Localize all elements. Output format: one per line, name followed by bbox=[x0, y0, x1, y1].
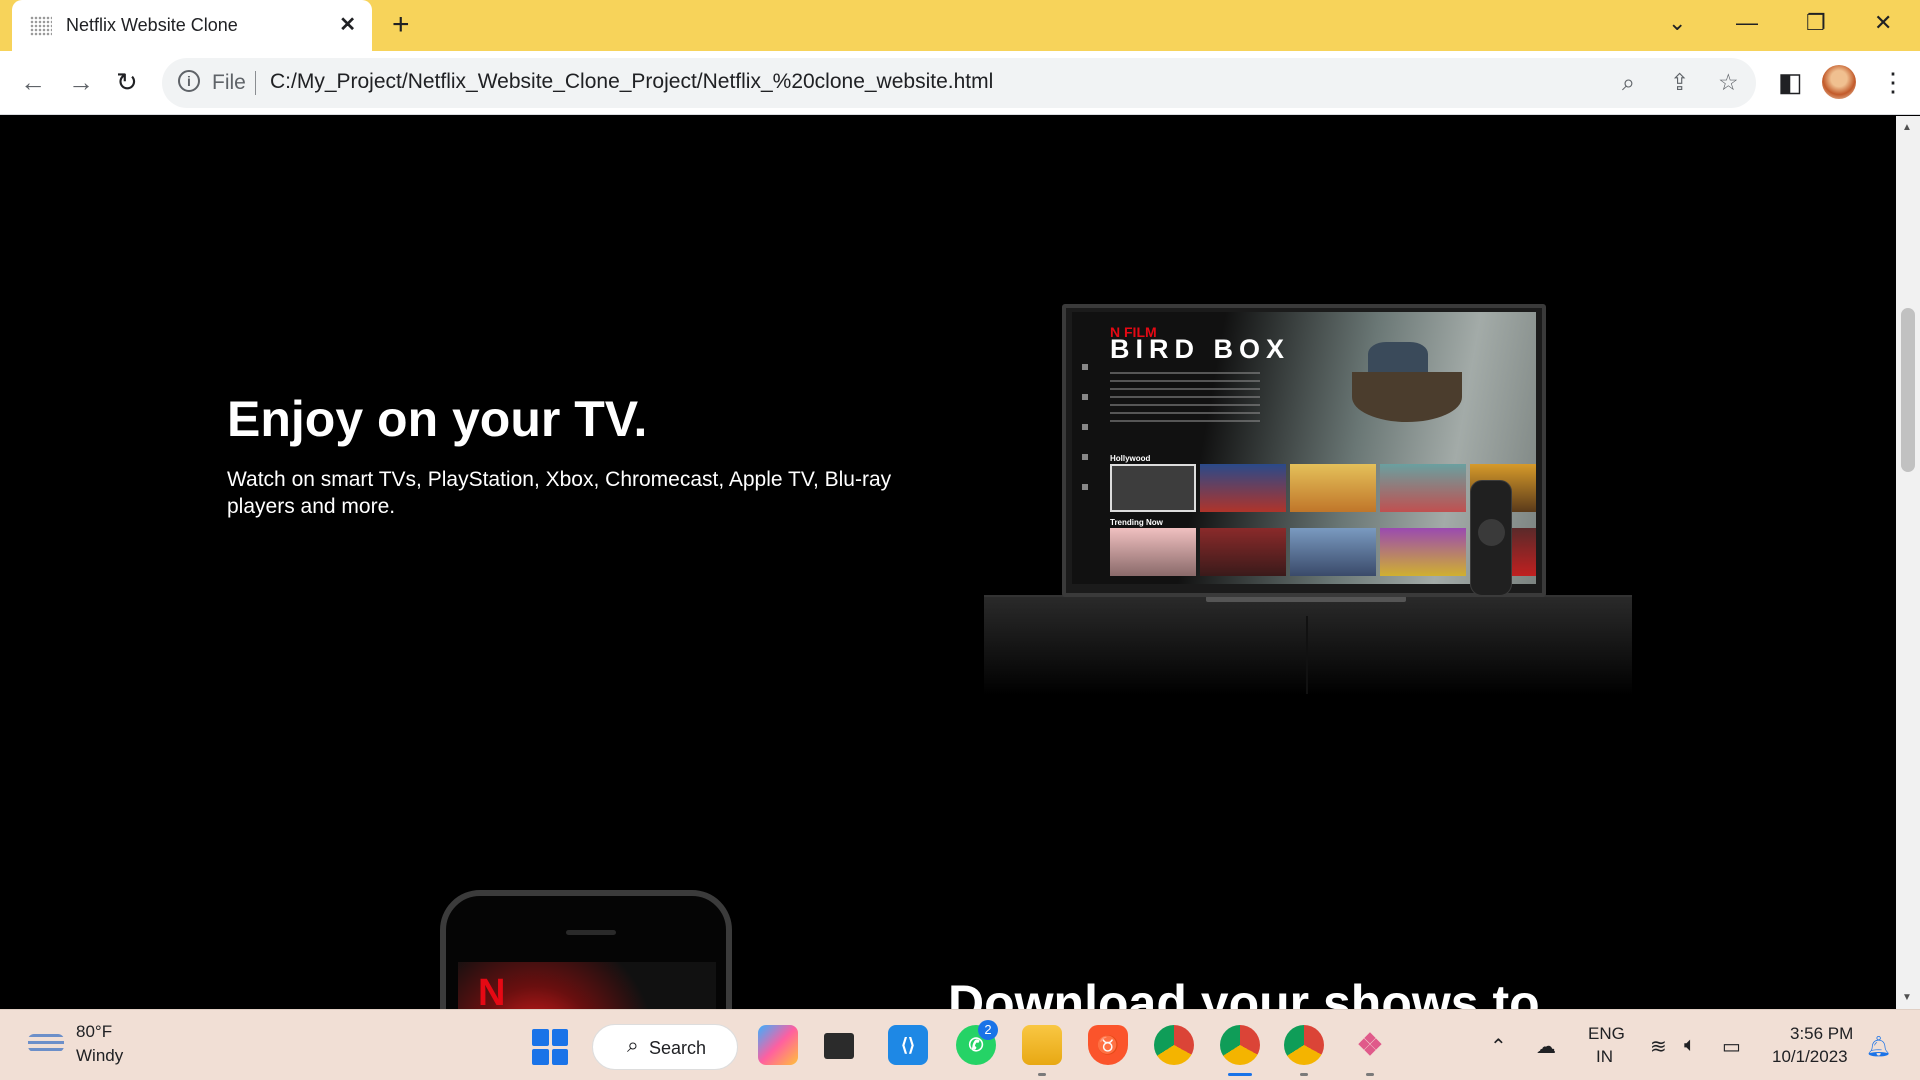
share-icon[interactable]: ⇪ bbox=[1670, 69, 1689, 96]
notification-bell-icon[interactable]: 🔔︎ bbox=[1866, 1034, 1891, 1059]
site-info-icon[interactable]: i bbox=[178, 70, 200, 92]
clock-date[interactable]: 10/1/2023 bbox=[1772, 1047, 1848, 1067]
restore-icon[interactable]: ❐ bbox=[1806, 10, 1826, 36]
brave-browser-icon[interactable]: ♉ bbox=[1088, 1025, 1128, 1065]
download-section-title: Download your shows to bbox=[948, 975, 1540, 1009]
scroll-up-icon[interactable]: ▲ bbox=[1902, 122, 1912, 133]
thumbnail bbox=[1380, 528, 1466, 576]
bookmark-star-icon[interactable]: ☆ bbox=[1718, 69, 1739, 96]
wifi-icon[interactable]: ≋ bbox=[1650, 1034, 1667, 1059]
tv-row-label: Trending Now bbox=[1110, 518, 1163, 527]
tv-section-title: Enjoy on your TV. bbox=[227, 391, 648, 447]
page-viewport: Enjoy on your TV. Watch on smart TVs, Pl… bbox=[0, 116, 1896, 1009]
page-favicon-icon bbox=[30, 16, 52, 36]
chrome-profile-2-icon[interactable] bbox=[1284, 1025, 1324, 1065]
active-app-indicator bbox=[1228, 1073, 1252, 1076]
chrome-profile-icon[interactable] bbox=[1220, 1025, 1260, 1065]
tv-cabinet-image bbox=[984, 595, 1632, 695]
app-running-indicator bbox=[1300, 1073, 1308, 1076]
phone-speaker bbox=[566, 930, 616, 935]
tv-cabinet-divider bbox=[1306, 616, 1308, 694]
weather-temperature[interactable]: 80°F bbox=[76, 1022, 112, 1042]
url-text[interactable]: C:/My_Project/Netflix_Website_Clone_Proj… bbox=[270, 70, 993, 94]
windows-start-icon[interactable] bbox=[532, 1029, 568, 1065]
search-label: Search bbox=[649, 1038, 707, 1058]
new-tab-button[interactable]: + bbox=[392, 8, 410, 42]
copilot-icon[interactable] bbox=[758, 1025, 798, 1065]
volume-icon[interactable]: 🔈︎ bbox=[1684, 1034, 1696, 1057]
reload-icon[interactable]: ↻ bbox=[116, 67, 138, 98]
taskbar-search-button[interactable]: ⌕ Search bbox=[592, 1024, 738, 1070]
minimize-icon[interactable]: — bbox=[1736, 10, 1758, 36]
tv-show-title: BIRD BOX bbox=[1110, 334, 1291, 364]
browser-tabstrip: Netflix Website Clone ✕ + ⌄ — ❐ ✕ bbox=[0, 0, 1920, 51]
tv-section-subtitle: Watch on smart TVs, PlayStation, Xbox, C… bbox=[227, 468, 892, 518]
whatsapp-badge: 2 bbox=[978, 1020, 998, 1040]
file-explorer-icon[interactable] bbox=[1022, 1025, 1062, 1065]
scroll-thumb[interactable] bbox=[1901, 308, 1915, 472]
forward-arrow-icon[interactable]: → bbox=[68, 67, 94, 98]
app-running-indicator bbox=[1038, 1073, 1046, 1076]
remote-dial bbox=[1478, 519, 1505, 546]
weather-description[interactable]: Windy bbox=[76, 1046, 123, 1066]
search-icon: ⌕ bbox=[627, 1034, 639, 1057]
tv-show-description bbox=[1110, 372, 1260, 422]
remote-control-image bbox=[1470, 480, 1512, 596]
tab-title: Netflix Website Clone bbox=[66, 15, 238, 35]
scroll-down-icon[interactable]: ▼ bbox=[1902, 992, 1912, 1003]
profile-avatar[interactable] bbox=[1822, 65, 1856, 99]
browser-toolbar: ← → ↻ i File C:/My_Project/Netflix_Websi… bbox=[0, 51, 1920, 115]
tab-search-icon[interactable]: ⌄ bbox=[1668, 10, 1686, 36]
side-panel-icon[interactable]: ◧ bbox=[1778, 67, 1803, 98]
chevron-up-icon[interactable]: ⌃ bbox=[1490, 1034, 1507, 1059]
phone-screen: N bbox=[458, 962, 716, 1009]
thumbnail bbox=[1110, 464, 1196, 512]
netflix-n-logo: N bbox=[478, 972, 506, 1009]
address-bar[interactable]: i File C:/My_Project/Netflix_Website_Clo… bbox=[162, 58, 1756, 108]
battery-icon[interactable]: ▭ bbox=[1722, 1034, 1741, 1059]
app-running-indicator bbox=[1366, 1073, 1374, 1076]
browser-tab[interactable]: Netflix Website Clone ✕ bbox=[12, 0, 372, 51]
menu-kebab-icon[interactable]: ⋮ bbox=[1880, 67, 1906, 98]
back-arrow-icon[interactable]: ← bbox=[20, 67, 46, 98]
language-indicator[interactable]: ENG bbox=[1588, 1024, 1625, 1044]
phone-image: N bbox=[440, 890, 732, 1009]
boat-graphic bbox=[1352, 372, 1462, 422]
page-scrollbar[interactable]: ▲ ▼ bbox=[1896, 116, 1920, 1009]
chrome-icon[interactable] bbox=[1154, 1025, 1194, 1065]
onedrive-icon[interactable]: ☁ bbox=[1536, 1034, 1556, 1059]
file-stack-icon[interactable] bbox=[824, 1033, 854, 1059]
thumbnail bbox=[1110, 528, 1196, 576]
tv-row-label: Hollywood bbox=[1110, 454, 1151, 463]
vscode-icon[interactable]: ⟨⟩ bbox=[888, 1025, 928, 1065]
tv-sidebar-icons bbox=[1082, 364, 1088, 494]
close-tab-icon[interactable]: ✕ bbox=[339, 12, 356, 37]
clock-time[interactable]: 3:56 PM bbox=[1790, 1024, 1853, 1044]
zoom-icon[interactable]: ⌕ bbox=[1622, 69, 1635, 96]
thumbnail bbox=[1290, 528, 1376, 576]
omnibox-divider bbox=[255, 71, 256, 95]
windows-taskbar: 80°F Windy ⌕ Search ⟨⟩ ✆ 2 ♉ ❖ ⌃ ☁ ENG I… bbox=[0, 1009, 1920, 1080]
close-window-icon[interactable]: ✕ bbox=[1874, 10, 1892, 36]
url-scheme-label: File bbox=[212, 71, 246, 94]
thumbnail bbox=[1200, 528, 1286, 576]
app-diamond-icon[interactable]: ❖ bbox=[1350, 1025, 1390, 1065]
thumbnail bbox=[1200, 464, 1286, 512]
region-indicator[interactable]: IN bbox=[1596, 1047, 1613, 1067]
tv-screen: N FILM BIRD BOX Hollywood Trending Now bbox=[1072, 312, 1536, 584]
wind-icon[interactable] bbox=[28, 1034, 64, 1052]
thumbnail bbox=[1380, 464, 1466, 512]
thumbnail bbox=[1290, 464, 1376, 512]
